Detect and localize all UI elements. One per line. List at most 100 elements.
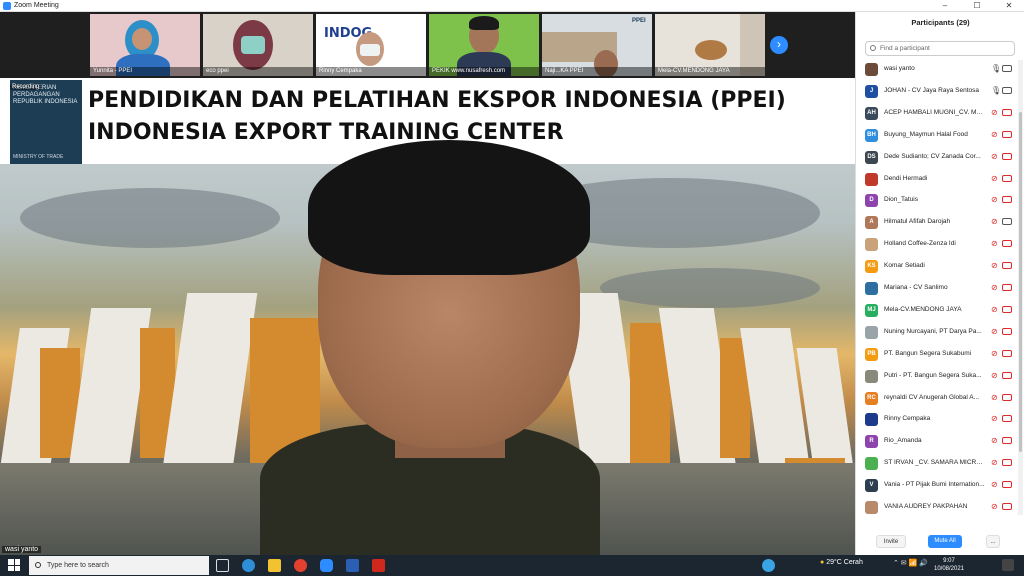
- participant-row[interactable]: D Dion_Tatuis ⊘: [856, 191, 1018, 213]
- video-off-icon[interactable]: [1002, 305, 1012, 313]
- close-button[interactable]: ✕: [994, 0, 1024, 12]
- mic-muted-icon[interactable]: ⊘: [991, 480, 998, 489]
- help-icon[interactable]: [762, 559, 775, 572]
- search-placeholder: Find a participant: [880, 45, 930, 52]
- participant-row[interactable]: KS Komar Setiadi ⊘: [856, 257, 1018, 279]
- maximize-button[interactable]: ☐: [962, 0, 992, 12]
- participant-row[interactable]: AH ACEP HAMBALI MUGNI_CV. MU... ⊘: [856, 104, 1018, 126]
- next-page-chevron-icon[interactable]: ›: [770, 36, 788, 54]
- mute-all-button[interactable]: Mute All: [928, 535, 962, 548]
- participant-row[interactable]: Nuning Nurcayani, PT Darya Pa... ⊘: [856, 323, 1018, 345]
- more-options-button[interactable]: ...: [986, 535, 1000, 548]
- video-off-icon[interactable]: [1002, 174, 1012, 182]
- invite-button[interactable]: Invite: [876, 535, 906, 548]
- taskbar-clock[interactable]: 9:07 10/08/2021: [924, 557, 974, 573]
- file-explorer-icon[interactable]: [268, 559, 281, 572]
- zoom-app-icon: [3, 1, 11, 10]
- windows-start-icon[interactable]: [8, 559, 20, 571]
- video-off-icon[interactable]: [1002, 240, 1012, 248]
- mic-muted-icon[interactable]: ⊘: [991, 327, 998, 336]
- participant-row[interactable]: R Rio_Amanda ⊘: [856, 432, 1018, 454]
- video-icon[interactable]: [1002, 86, 1012, 94]
- video-off-icon[interactable]: [1002, 503, 1012, 510]
- participant-row[interactable]: Rinny Cempaka ⊘: [856, 410, 1018, 432]
- minimize-button[interactable]: –: [930, 0, 960, 12]
- video-off-icon[interactable]: [1002, 437, 1012, 445]
- acrobat-icon[interactable]: [372, 559, 385, 572]
- video-off-icon[interactable]: [1002, 262, 1012, 270]
- participant-scroll-thumb[interactable]: [1019, 112, 1022, 452]
- mic-muted-icon[interactable]: ⊘: [991, 414, 998, 423]
- video-thumbnail[interactable]: PPEI Naji...KA PPEI: [542, 14, 652, 76]
- video-thumbnail[interactable]: eco ppei: [203, 14, 313, 76]
- weather-widget[interactable]: ● 29°C Cerah: [820, 559, 863, 566]
- chrome-icon[interactable]: [294, 559, 307, 572]
- video-off-icon[interactable]: [1002, 393, 1012, 401]
- participant-search-input[interactable]: Find a participant: [865, 41, 1015, 56]
- mic-muted-icon[interactable]: ⊘: [991, 436, 998, 445]
- edge-browser-icon[interactable]: [242, 559, 255, 572]
- video-thumbnail[interactable]: Yunnita - PPEI: [90, 14, 200, 76]
- participant-name: Hilmatul Afifah Darojah: [884, 218, 951, 226]
- video-off-icon[interactable]: [1002, 327, 1012, 335]
- mic-muted-icon[interactable]: ⊘: [991, 239, 998, 248]
- participant-row[interactable]: Mariana - CV Sanlimo ⊘: [856, 279, 1018, 301]
- mic-muted-icon[interactable]: ⊘: [991, 174, 998, 183]
- participant-row[interactable]: VANIA AUDREY PAKPAHAN ⊘: [856, 498, 1018, 520]
- video-off-icon[interactable]: [1002, 371, 1012, 379]
- participant-row[interactable]: J JOHAN - CV Jaya Raya Sentosa 🎙: [856, 82, 1018, 104]
- mic-muted-icon[interactable]: ⊘: [991, 152, 998, 161]
- word-icon[interactable]: [346, 559, 359, 572]
- participant-row[interactable]: V Vania - PT Pijak Bumi Internation... ⊘: [856, 476, 1018, 498]
- video-off-icon[interactable]: [1002, 481, 1012, 489]
- participant-row[interactable]: PB PT. Bangun Segera Sukabumi ⊘: [856, 345, 1018, 367]
- taskbar-search-input[interactable]: Type here to search: [29, 556, 209, 575]
- mic-muted-icon[interactable]: ⊘: [991, 458, 998, 467]
- video-off-icon[interactable]: [1002, 284, 1012, 291]
- video-thumbnail[interactable]: Mela-CV.MENDONG JAYA: [655, 14, 765, 76]
- participant-row[interactable]: wasi yanto 🎙: [856, 60, 1018, 82]
- participant-row[interactable]: Dendi Hermadi ⊘: [856, 170, 1018, 192]
- mic-muted-icon[interactable]: ⊘: [991, 349, 998, 358]
- mic-muted-icon[interactable]: ⊘: [991, 130, 998, 139]
- video-icon[interactable]: [1002, 218, 1012, 226]
- participant-avatar: [865, 501, 878, 514]
- participant-avatar: KS: [865, 260, 878, 274]
- participant-row[interactable]: Holland Coffee-Zenza Idi ⊘: [856, 235, 1018, 257]
- participant-row[interactable]: DS Dede Sudianto; CV Zanada Cor... ⊘: [856, 148, 1018, 170]
- participant-row[interactable]: BH Buyung_Maymun Halal Food ⊘: [856, 126, 1018, 148]
- participant-row[interactable]: MJ Mela-CV.MENDONG JAYA ⊘: [856, 301, 1018, 323]
- mic-muted-icon[interactable]: ⊘: [991, 195, 998, 204]
- mic-icon[interactable]: 🎙: [991, 86, 1001, 95]
- video-off-icon[interactable]: [1002, 152, 1012, 160]
- mic-muted-icon[interactable]: ⊘: [991, 305, 998, 314]
- task-view-icon[interactable]: [216, 559, 229, 572]
- mic-muted-icon[interactable]: ⊘: [991, 371, 998, 380]
- video-off-icon[interactable]: [1002, 196, 1012, 204]
- participant-row[interactable]: A Hilmatul Afifah Darojah ⊘: [856, 213, 1018, 235]
- participant-row[interactable]: Putri - PT. Bangun Segera Suka... ⊘: [856, 367, 1018, 389]
- mic-icon[interactable]: 🎙: [991, 64, 1001, 73]
- video-icon[interactable]: [1002, 65, 1012, 72]
- video-thumbnail[interactable]: PEKIK www.nusafresh.com: [429, 14, 539, 76]
- video-thumbnail[interactable]: INDOG Rinny Cempaka: [316, 14, 426, 76]
- participant-row[interactable]: ST IRVAN _CV. SAMARA MICRO... ⊘: [856, 454, 1018, 476]
- mic-muted-icon[interactable]: ⊘: [991, 283, 998, 292]
- notification-icon[interactable]: [1002, 559, 1014, 571]
- zoom-taskbar-icon[interactable]: [320, 559, 333, 572]
- system-tray-icons[interactable]: ⌃ ✉ 📶 🔊: [893, 559, 928, 567]
- participant-avatar: A: [865, 216, 878, 230]
- mic-muted-icon[interactable]: ⊘: [991, 108, 998, 117]
- mic-muted-icon[interactable]: ⊘: [991, 502, 998, 511]
- video-off-icon[interactable]: [1002, 415, 1012, 423]
- video-off-icon[interactable]: [1002, 349, 1012, 357]
- mic-muted-icon[interactable]: ⊘: [991, 261, 998, 270]
- video-off-icon[interactable]: [1002, 130, 1012, 138]
- participant-avatar: R: [865, 435, 878, 449]
- mic-muted-icon[interactable]: ⊘: [991, 217, 998, 226]
- participant-avatar: [865, 457, 878, 471]
- mic-muted-icon[interactable]: ⊘: [991, 393, 998, 402]
- participant-row[interactable]: RC reynaldi CV Anugerah Global A... ⊘: [856, 389, 1018, 411]
- video-off-icon[interactable]: [1002, 459, 1012, 467]
- video-off-icon[interactable]: [1002, 108, 1012, 116]
